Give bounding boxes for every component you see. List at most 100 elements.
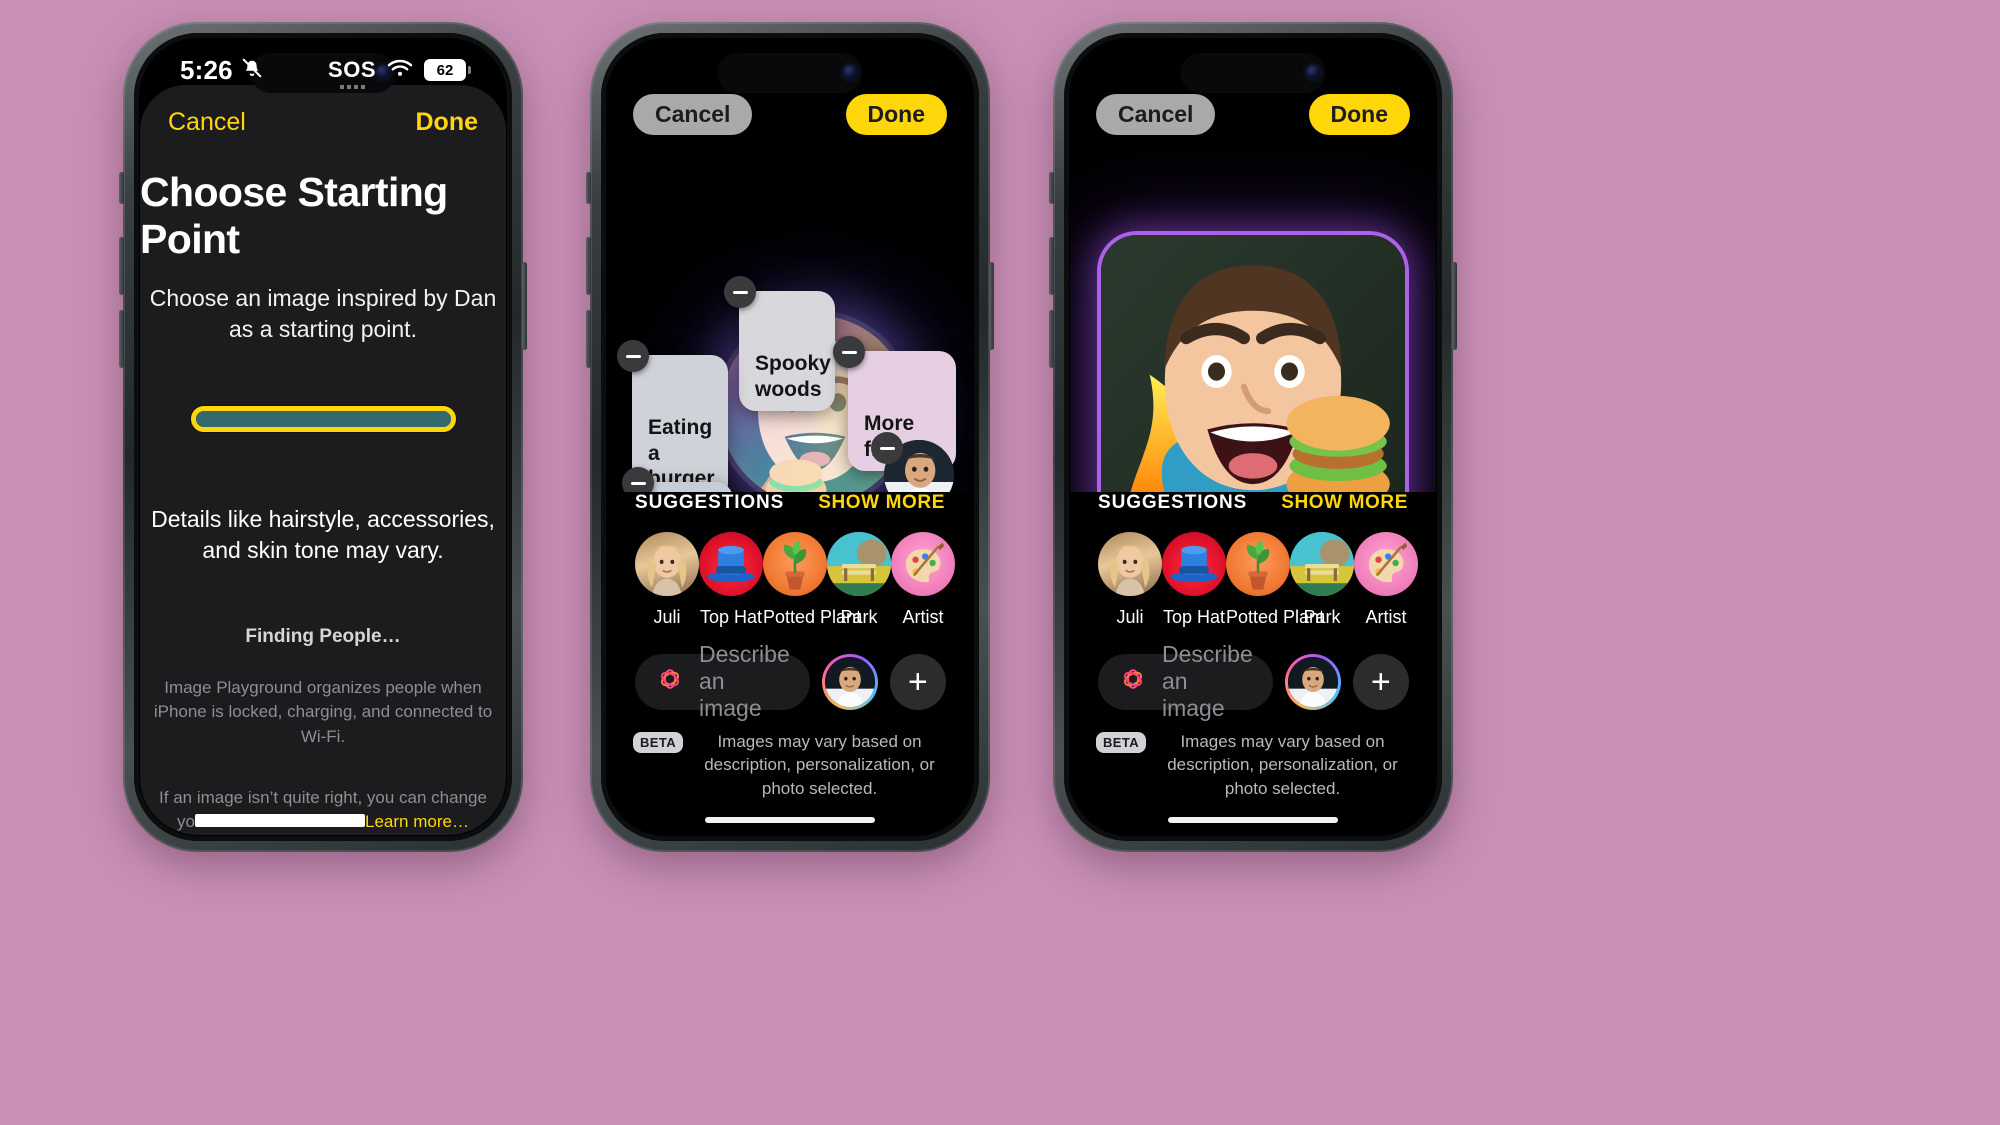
- generated-image[interactable]: [1101, 235, 1405, 492]
- beta-badge: BETA: [1096, 731, 1147, 754]
- beta-text: Images may vary based on description, pe…: [704, 731, 935, 799]
- chip-label: Spooky woods: [755, 352, 831, 401]
- page-subtitle: Choose an image inspired by Dan as a sta…: [149, 285, 497, 342]
- suggestion-park[interactable]: Park: [827, 531, 891, 628]
- concept-chip-spooky-woods[interactable]: Spooky woods: [724, 276, 835, 412]
- remove-icon[interactable]: [724, 276, 756, 308]
- sheet-nav-bar: Cancel Done: [140, 85, 506, 159]
- image-playground-icon: [1118, 664, 1148, 699]
- status-time: 5:26: [180, 54, 233, 85]
- top-hat-icon: [699, 531, 763, 596]
- finding-people-status: Finding People…: [245, 625, 401, 647]
- battery-indicator: 62: [424, 59, 471, 81]
- beta-badge: BETA: [633, 731, 684, 754]
- remove-icon[interactable]: [622, 467, 654, 492]
- avatar-illustration: [195, 411, 451, 427]
- image-playground-result: Cancel Done SUGGESTIONS SHOW MORE Juli T…: [1070, 39, 1436, 835]
- suggestion-label: Artist: [902, 606, 944, 627]
- suggestions-section: SUGGESTIONS SHOW MORE Juli Top Hat Potte…: [1070, 492, 1436, 628]
- suggestion-label: Park: [1303, 606, 1341, 627]
- suggestions-title: SUGGESTIONS: [635, 491, 785, 513]
- suggestion-label: Juli: [653, 606, 681, 627]
- chip-label: Eating a burger: [648, 416, 715, 491]
- result-canvas: [1070, 145, 1436, 492]
- suggestions-row: Juli Top Hat Potted Plant Park Artist: [635, 531, 955, 628]
- add-button[interactable]: +: [889, 653, 946, 710]
- add-button[interactable]: +: [1352, 653, 1409, 710]
- person-photo-icon: [824, 656, 875, 707]
- concept-canvas[interactable]: Spooky woods Eating a burger More fire: [607, 145, 973, 492]
- potted-plant-icon: [763, 531, 827, 596]
- input-placeholder: Describe an image: [699, 641, 790, 722]
- phone-3-nav-bar: Cancel Done: [1070, 39, 1436, 145]
- show-more-button[interactable]: SHOW MORE: [1281, 492, 1408, 514]
- person-chip-dan[interactable]: Dan: [871, 432, 954, 492]
- front-camera-icon: [376, 65, 390, 79]
- beta-disclaimer: BETA Images may vary based on descriptio…: [607, 730, 973, 801]
- phone-1-frame: 5:26 SOS 62 Cancel Done Choose Starting …: [119, 22, 527, 852]
- beta-disclaimer: BETA Images may vary based on descriptio…: [1070, 730, 1436, 801]
- remove-icon[interactable]: [833, 336, 865, 368]
- cartoon-face-icon: [195, 411, 451, 427]
- suggestions-header: SUGGESTIONS SHOW MORE: [635, 492, 945, 514]
- input-placeholder: Describe an image: [1162, 641, 1253, 722]
- privacy-fine-print: Image Playground organizes people when i…: [153, 677, 493, 747]
- cancel-button[interactable]: Cancel: [1096, 94, 1216, 135]
- composer-bar: Describe an image +: [607, 628, 973, 721]
- phone-3-screen: Cancel Done SUGGESTIONS SHOW MORE Juli T…: [1070, 39, 1436, 835]
- image-playground-icon: [655, 664, 685, 699]
- show-more-button[interactable]: SHOW MORE: [818, 492, 945, 514]
- suggestion-label: Potted Plant: [1226, 606, 1325, 627]
- suggestion-artist[interactable]: Artist: [891, 531, 955, 628]
- done-button[interactable]: Done: [1308, 94, 1410, 135]
- choose-starting-point-sheet: Cancel Done Choose Starting Point Choose…: [140, 85, 506, 835]
- describe-image-input[interactable]: Describe an image: [635, 641, 810, 721]
- beta-text: Images may vary based on description, pe…: [1167, 731, 1398, 799]
- suggestions-row: Juli Top Hat Potted Plant Park Artist: [1098, 531, 1418, 628]
- remove-icon[interactable]: [617, 340, 649, 372]
- concept-chip-monster[interactable]: Monster: [622, 467, 733, 492]
- change-description-fine-print: If an image isn’t quite right, you can c…: [159, 786, 487, 835]
- park-bench-icon: [827, 531, 891, 596]
- suggestion-potted-plant[interactable]: Potted Plant: [1226, 531, 1325, 628]
- suggestion-park[interactable]: Park: [1290, 531, 1354, 628]
- home-indicator: [1168, 817, 1338, 823]
- redaction-bar: [195, 814, 366, 828]
- person-selector-button[interactable]: [821, 653, 878, 710]
- suggestion-juli[interactable]: Juli: [635, 531, 699, 628]
- dynamic-island: [250, 53, 396, 93]
- suggestion-top-hat[interactable]: Top Hat: [1162, 531, 1226, 628]
- suggestions-header: SUGGESTIONS SHOW MORE: [1098, 492, 1408, 514]
- park-bench-icon: [1290, 531, 1354, 596]
- top-hat-icon: [1162, 531, 1226, 596]
- suggestion-label: Artist: [1365, 606, 1407, 627]
- page-title: Choose Starting Point: [140, 169, 448, 262]
- suggestion-label: Park: [840, 606, 878, 627]
- fine-print-line-b: yo: [177, 812, 196, 832]
- suggestion-label: Top Hat: [1162, 606, 1226, 627]
- learn-more-link[interactable]: Learn more…: [365, 812, 469, 831]
- describe-image-input[interactable]: Describe an image: [1098, 641, 1273, 721]
- home-indicator: [705, 817, 875, 823]
- suggestion-potted-plant[interactable]: Potted Plant: [763, 531, 862, 628]
- done-button[interactable]: Done: [416, 108, 479, 137]
- cancel-button[interactable]: Cancel: [633, 94, 753, 135]
- phone-2-screen: Cancel Done Spooky woods Eating a burger…: [607, 39, 973, 835]
- suggestion-juli[interactable]: Juli: [1098, 531, 1162, 628]
- suggestion-label: Potted Plant: [763, 606, 862, 627]
- done-button[interactable]: Done: [845, 94, 947, 135]
- person-selector-button[interactable]: [1284, 653, 1341, 710]
- artist-palette-icon: [1354, 531, 1418, 596]
- dan-on-fire-icon: [1101, 235, 1405, 492]
- remove-icon[interactable]: [871, 432, 903, 464]
- phone-2-frame: Cancel Done Spooky woods Eating a burger…: [586, 22, 994, 852]
- cancel-button[interactable]: Cancel: [168, 108, 246, 137]
- suggestion-artist[interactable]: Artist: [1354, 531, 1418, 628]
- starting-point-card[interactable]: [190, 406, 456, 432]
- phone-1-screen: 5:26 SOS 62 Cancel Done Choose Starting …: [140, 39, 506, 835]
- suggestion-top-hat[interactable]: Top Hat: [699, 531, 763, 628]
- suggestion-label: Juli: [1116, 606, 1144, 627]
- variation-note: Details like hairstyle, accessories, and…: [151, 505, 495, 563]
- person-photo-icon: [1098, 531, 1162, 596]
- suggestion-label: Top Hat: [699, 606, 763, 627]
